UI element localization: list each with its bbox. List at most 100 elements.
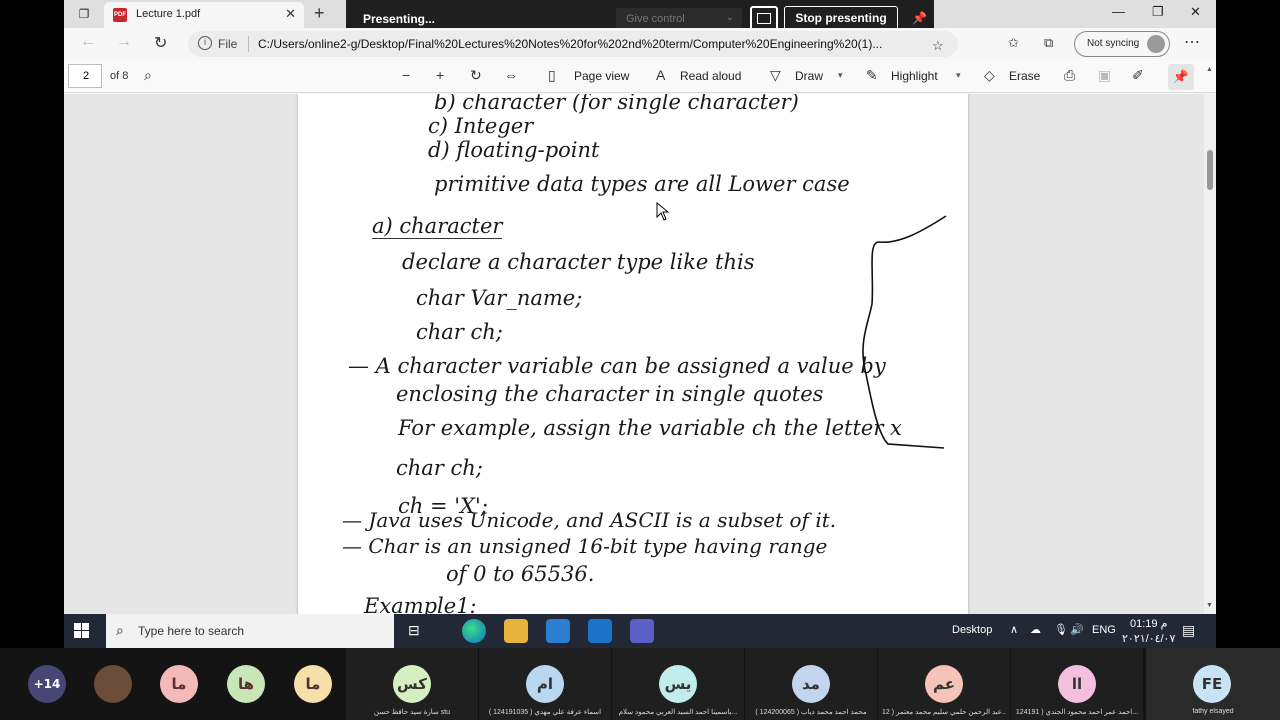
fit-page-icon[interactable]: ⇔ [504, 67, 518, 83]
participant-avatar[interactable]: ما [160, 665, 198, 703]
page-view-button[interactable]: Page view [574, 69, 629, 83]
doc-line: Example1: [364, 594, 477, 614]
new-tab-icon[interactable]: + [314, 3, 325, 24]
pdf-toolbar: 2 of 8 ⌕ − + ↻ ⇔ ▯ Page view A Read alou… [64, 60, 1216, 93]
more-options-icon[interactable]: ⋯ [1184, 32, 1200, 52]
desktop-label[interactable]: Desktop [952, 624, 992, 636]
forward-icon[interactable]: → [116, 33, 132, 51]
highlight-icon[interactable]: ✎ [866, 67, 878, 84]
pin-toolbar-icon[interactable]: 📌 [1168, 64, 1194, 90]
participant-tile[interactable]: كس سارة سيد حافظ حسن stu [346, 648, 478, 720]
scroll-down-icon[interactable]: ▼ [1206, 602, 1213, 609]
profile-avatar [1147, 35, 1165, 53]
page-number-input[interactable]: 2 [68, 64, 102, 88]
reload-icon[interactable]: ↻ [154, 33, 167, 53]
highlight-button[interactable]: Highlight [891, 69, 938, 83]
search-icon[interactable]: ⌕ [144, 67, 152, 84]
favorites-icon[interactable]: ✩ [1008, 35, 1019, 51]
profile-sync-button[interactable]: Not syncing [1074, 31, 1170, 57]
participant-name: محمد احمد محمد دياب ( 124200065 ) [755, 709, 867, 716]
read-aloud-button[interactable]: Read aloud [680, 69, 741, 83]
screen-share-icon [757, 13, 771, 24]
save-as-icon[interactable]: ✐ [1132, 67, 1144, 84]
microphone-icon[interactable]: 🎙 [1054, 623, 1068, 636]
edge-icon[interactable] [462, 619, 486, 643]
zoom-out-icon[interactable]: − [402, 67, 410, 83]
url-divider [248, 36, 249, 52]
zoom-in-icon[interactable]: + [436, 67, 444, 83]
participant-avatar[interactable]: ما [294, 665, 332, 703]
draw-chevron-icon[interactable]: ▾ [838, 70, 843, 81]
windows-taskbar: ⌕ Type here to search ⊟ Desktop ∧ ☁ 🎙 🔊 … [64, 614, 1216, 648]
draw-button[interactable]: Draw [795, 69, 823, 83]
pin-icon[interactable]: 📌 [912, 11, 927, 25]
scroll-thumb[interactable] [1207, 150, 1213, 190]
search-icon: ⌕ [116, 622, 124, 638]
show-hidden-icons-icon[interactable]: ∧ [1010, 623, 1018, 636]
onedrive-icon[interactable]: ☁ [1030, 623, 1041, 636]
doc-line: primitive data types are all Lower case [434, 172, 850, 196]
participant-tile[interactable]: اا احمد عمر احمد محمود الجندي ( 124191... [1011, 648, 1143, 720]
participant-avatar: كس [393, 665, 431, 703]
participant-tile[interactable]: مد محمد احمد محمد دياب ( 124200065 ) [745, 648, 877, 720]
file-explorer-icon[interactable] [504, 619, 528, 643]
eraser-icon[interactable]: ◇ [984, 67, 995, 84]
read-aloud-icon[interactable]: A [656, 67, 665, 83]
participant-name: ياسمينا احمد السيد العربي محمود سلام... [618, 709, 738, 716]
info-icon[interactable]: i [198, 36, 212, 50]
erase-button[interactable]: Erase [1009, 69, 1040, 83]
address-bar[interactable]: i File C:/Users/online2-g/Desktop/Final%… [188, 31, 958, 57]
teams-icon[interactable] [630, 619, 654, 643]
close-window-icon[interactable]: ✕ [1190, 4, 1201, 20]
taskbar-search-input[interactable]: ⌕ Type here to search [106, 614, 394, 648]
participant-tile[interactable]: عم عبد الرحمن حلمي سليم محمد معتمر ( 12..… [878, 648, 1010, 720]
tab-lecture-pdf[interactable]: PDF Lecture 1.pdf ✕ [104, 2, 304, 28]
file-label: File [218, 37, 238, 51]
scroll-up-icon[interactable]: ▲ [1206, 66, 1213, 73]
search-placeholder: Type here to search [138, 624, 245, 638]
tab-actions-icon[interactable]: ❐ [74, 4, 94, 24]
doc-line: char Var_name; [416, 286, 583, 310]
doc-line: — Java uses Unicode, and ASCII is a subs… [342, 508, 837, 532]
participant-avatar: يس [659, 665, 697, 703]
draw-icon[interactable]: ▽ [770, 67, 781, 84]
vertical-scrollbar[interactable]: ▲ ▼ [1204, 66, 1216, 614]
rotate-icon[interactable]: ↻ [470, 67, 482, 84]
back-icon[interactable]: ← [80, 33, 96, 51]
mail-icon[interactable] [588, 619, 612, 643]
doc-line: b) character (for single character) [434, 94, 799, 114]
restore-icon[interactable]: ❐ [1152, 4, 1164, 20]
save-icon[interactable]: ▣ [1098, 67, 1111, 84]
give-control-label: Give control [626, 13, 685, 25]
participant-name: fathy elsayed [1192, 708, 1234, 715]
participant-avatar: عم [925, 665, 963, 703]
overflow-participants-badge[interactable]: +14 [28, 665, 66, 703]
participant-tile[interactable]: يس ياسمينا احمد السيد العربي محمود سلام..… [612, 648, 744, 720]
collections-icon[interactable]: ⧉ [1044, 35, 1053, 51]
participants-strip: +14 ما ها ما كس سارة سيد حافظ حسن stu ام اسما… [0, 648, 1280, 720]
presenting-status: Presenting... [363, 12, 436, 26]
page-view-icon[interactable]: ▯ [548, 67, 556, 84]
participant-photo-avatar[interactable] [94, 665, 132, 703]
language-indicator[interactable]: ENG [1092, 624, 1116, 636]
clock-date[interactable]: ٢٠٢١/٠٤/٠٧ [1122, 632, 1175, 645]
url-text[interactable]: C:/Users/online2-g/Desktop/Final%20Lectu… [258, 37, 948, 51]
remote-screen: ❐ PDF Lecture 1.pdf ✕ + — ❐ ✕ Presenting… [64, 0, 1216, 648]
volume-icon[interactable]: 🔊 [1070, 623, 1084, 636]
participant-tile[interactable]: FE fathy elsayed [1146, 648, 1280, 720]
participant-avatar[interactable]: ها [227, 665, 265, 703]
close-tab-icon[interactable]: ✕ [285, 6, 296, 22]
document-viewport[interactable]: b) character (for single character) c) I… [64, 94, 1204, 614]
print-icon[interactable]: ⎙ [1064, 67, 1075, 84]
store-icon[interactable] [546, 619, 570, 643]
favorite-star-icon[interactable]: ☆ [932, 38, 944, 54]
minimize-icon[interactable]: — [1112, 4, 1125, 19]
clock-time[interactable]: 01:19 م [1130, 617, 1167, 630]
doc-line: a) character [372, 214, 503, 239]
windows-start-icon[interactable] [74, 623, 90, 639]
highlight-chevron-icon[interactable]: ▾ [956, 70, 961, 81]
participant-name: سارة سيد حافظ حسن stu [373, 709, 451, 716]
task-view-icon[interactable]: ⊟ [408, 622, 420, 639]
notification-icon[interactable]: ▤ [1182, 622, 1195, 639]
participant-tile[interactable]: ام اسماء عرفة علي مهدي ( 124191035 ) [479, 648, 611, 720]
